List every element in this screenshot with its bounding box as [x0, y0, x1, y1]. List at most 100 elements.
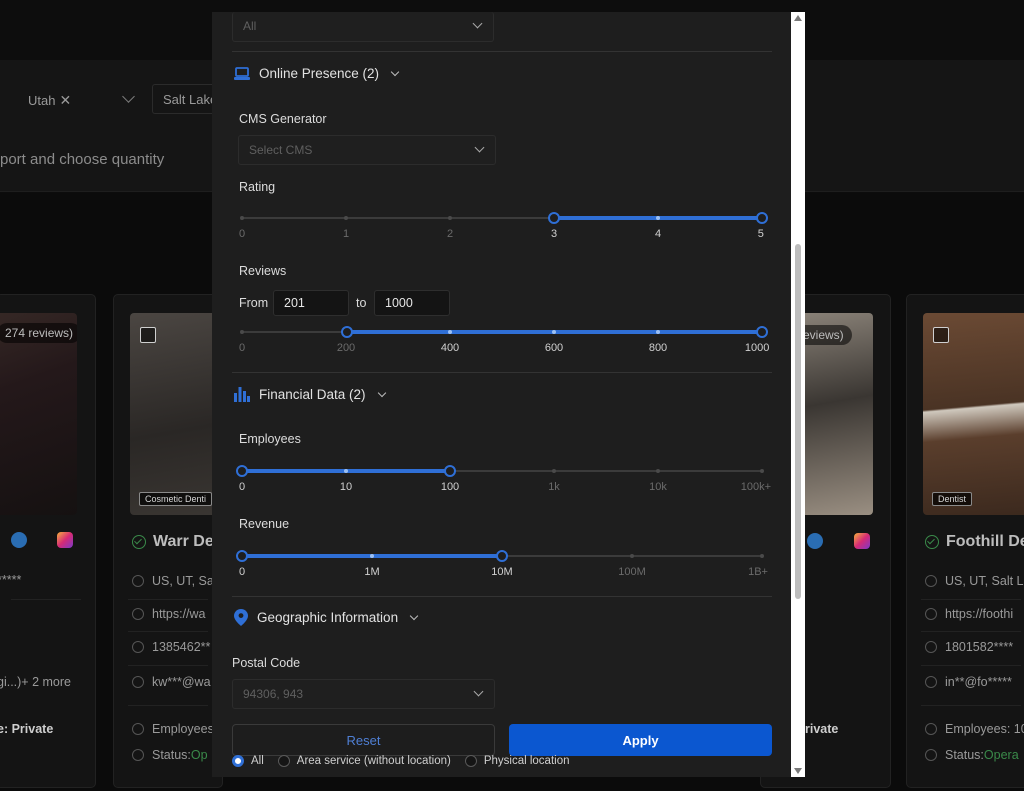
business-title[interactable]: Foothill De [925, 533, 1024, 551]
card-line-text: US, UT, Salt La [945, 574, 1024, 588]
slider-tick [370, 554, 374, 558]
divider [232, 596, 772, 597]
rating-label: Rating [239, 180, 276, 194]
section-geographic-information[interactable]: Geographic Information [234, 609, 419, 626]
card-ownership: rivate [805, 722, 838, 736]
mail-icon [925, 676, 937, 688]
top-filter-select[interactable]: All [232, 12, 494, 42]
divider [921, 631, 1021, 632]
scroll-up-arrow-icon[interactable] [794, 15, 802, 21]
business-card[interactable]: 274 reviews) ***** gi...)+ 2 more e: Pri… [0, 294, 96, 788]
close-icon[interactable]: ✕ [59, 92, 71, 109]
filter-chip-state[interactable]: Utah ✕ [28, 88, 71, 112]
info-icon [132, 749, 144, 761]
slider-tick [552, 469, 556, 473]
reviews-badge: 274 reviews) [0, 323, 77, 343]
slider-max-handle[interactable] [444, 465, 456, 477]
business-card[interactable]: Dentist Foothill De US, UT, Salt La http… [906, 294, 1024, 788]
radio-area-service[interactable]: Area service (without location) [277, 755, 451, 767]
rating-slider[interactable]: 0 1 2 3 4 5 [239, 212, 768, 243]
card-phone: ***** [0, 573, 21, 587]
card-website[interactable]: https://wa [132, 607, 206, 621]
business-title[interactable]: Warr De [132, 533, 214, 551]
slider-max-handle[interactable] [756, 212, 768, 224]
reviews-to-input[interactable]: 1000 [374, 290, 450, 316]
select-checkbox[interactable] [140, 327, 156, 343]
slider-mark-label: 1k [548, 481, 560, 493]
slider-mark-label: 5 [757, 228, 764, 240]
reviews-from-input[interactable]: 201 [273, 290, 349, 316]
select-value: 94306, 943 [243, 687, 304, 701]
slider-tick [344, 469, 348, 473]
card-status: Status: Op [132, 748, 208, 762]
section-financial-data[interactable]: Financial Data (2) [234, 386, 386, 402]
chevron-down-icon [473, 686, 484, 697]
scrollbar-thumb[interactable] [795, 244, 801, 599]
verified-icon [925, 535, 939, 549]
radio-all[interactable]: All [232, 755, 264, 767]
radio-button[interactable] [464, 755, 477, 767]
slider-mark-label: 100M [618, 566, 646, 578]
verified-icon [132, 535, 146, 549]
divider [11, 599, 81, 600]
divider [921, 705, 1021, 706]
slider-mark-label: 1B+ [748, 566, 768, 578]
slider-mark-label: 400 [440, 342, 460, 354]
radio-physical-location[interactable]: Physical location [464, 755, 570, 767]
slider-mark-label: 1 [342, 228, 350, 240]
slider-mark-label: 2 [446, 228, 454, 240]
employees-slider[interactable]: 0 10 100 1k 10k 100k+ [236, 465, 771, 496]
reviews-slider[interactable]: 0 200 400 600 800 1000 [239, 326, 769, 357]
divider [128, 631, 208, 632]
business-photo: 274 reviews) [0, 313, 77, 515]
cms-select[interactable]: Select CMS [238, 135, 496, 165]
scroll-down-arrow-icon[interactable] [794, 768, 802, 774]
card-address: US, UT, Salt La [925, 574, 1024, 588]
slider-min-handle[interactable] [340, 326, 353, 338]
category-tag: Cosmetic Denti [139, 492, 213, 506]
radio-label: Area service (without location) [296, 755, 451, 767]
radio-button[interactable] [232, 755, 244, 767]
apply-button[interactable]: Apply [509, 724, 772, 756]
select-checkbox[interactable] [933, 327, 949, 343]
slider-max-handle[interactable] [756, 326, 768, 338]
slider-min-handle[interactable] [236, 465, 248, 477]
phone-icon [925, 641, 937, 653]
filter-modal: All Online Presence (2) CMS Generator Se… [212, 12, 805, 777]
status-value: Op [190, 748, 208, 762]
link-icon [925, 608, 937, 620]
instagram-icon[interactable] [854, 533, 870, 549]
slider-tick [760, 554, 764, 558]
scrollbar[interactable] [791, 12, 805, 777]
card-line-text: US, UT, Sal [152, 574, 217, 588]
filter-chip-city[interactable]: Salt Lake [152, 84, 214, 114]
map-pin-icon [234, 609, 248, 626]
cms-label: CMS Generator [239, 112, 327, 126]
card-website[interactable]: https://foothi [925, 607, 1013, 621]
business-card[interactable]: Cosmetic Denti Warr De US, UT, Sal https… [113, 294, 223, 788]
section-online-presence[interactable]: Online Presence (2) [234, 66, 400, 81]
card-line-text: Status: [945, 748, 984, 762]
revenue-slider[interactable]: 0 1M 10M 100M 1B+ [236, 550, 768, 581]
chevron-down-icon [377, 388, 386, 397]
facebook-icon[interactable] [11, 532, 27, 548]
status-value: Opera [983, 748, 1019, 762]
slider-mark-label: 1M [364, 566, 380, 578]
facebook-icon[interactable] [807, 533, 823, 549]
divider [921, 665, 1021, 666]
card-line-text: ***** [0, 573, 22, 587]
radio-label: All [251, 755, 264, 767]
radio-label: Physical location [483, 755, 570, 767]
slider-mark-label: 0 [239, 566, 246, 578]
reviews-from-label: From [239, 296, 269, 310]
slider-mark-label: 1000 [744, 342, 770, 354]
slider-mark-label: 600 [544, 342, 564, 354]
slider-max-handle[interactable] [496, 550, 508, 562]
instagram-icon[interactable] [57, 532, 73, 548]
slider-min-handle[interactable] [548, 212, 560, 224]
reset-button[interactable]: Reset [232, 724, 495, 756]
postal-code-select[interactable]: 94306, 943 [232, 679, 495, 709]
section-title: Financial Data (2) [259, 386, 366, 402]
slider-min-handle[interactable] [236, 550, 248, 562]
radio-button[interactable] [277, 755, 290, 767]
